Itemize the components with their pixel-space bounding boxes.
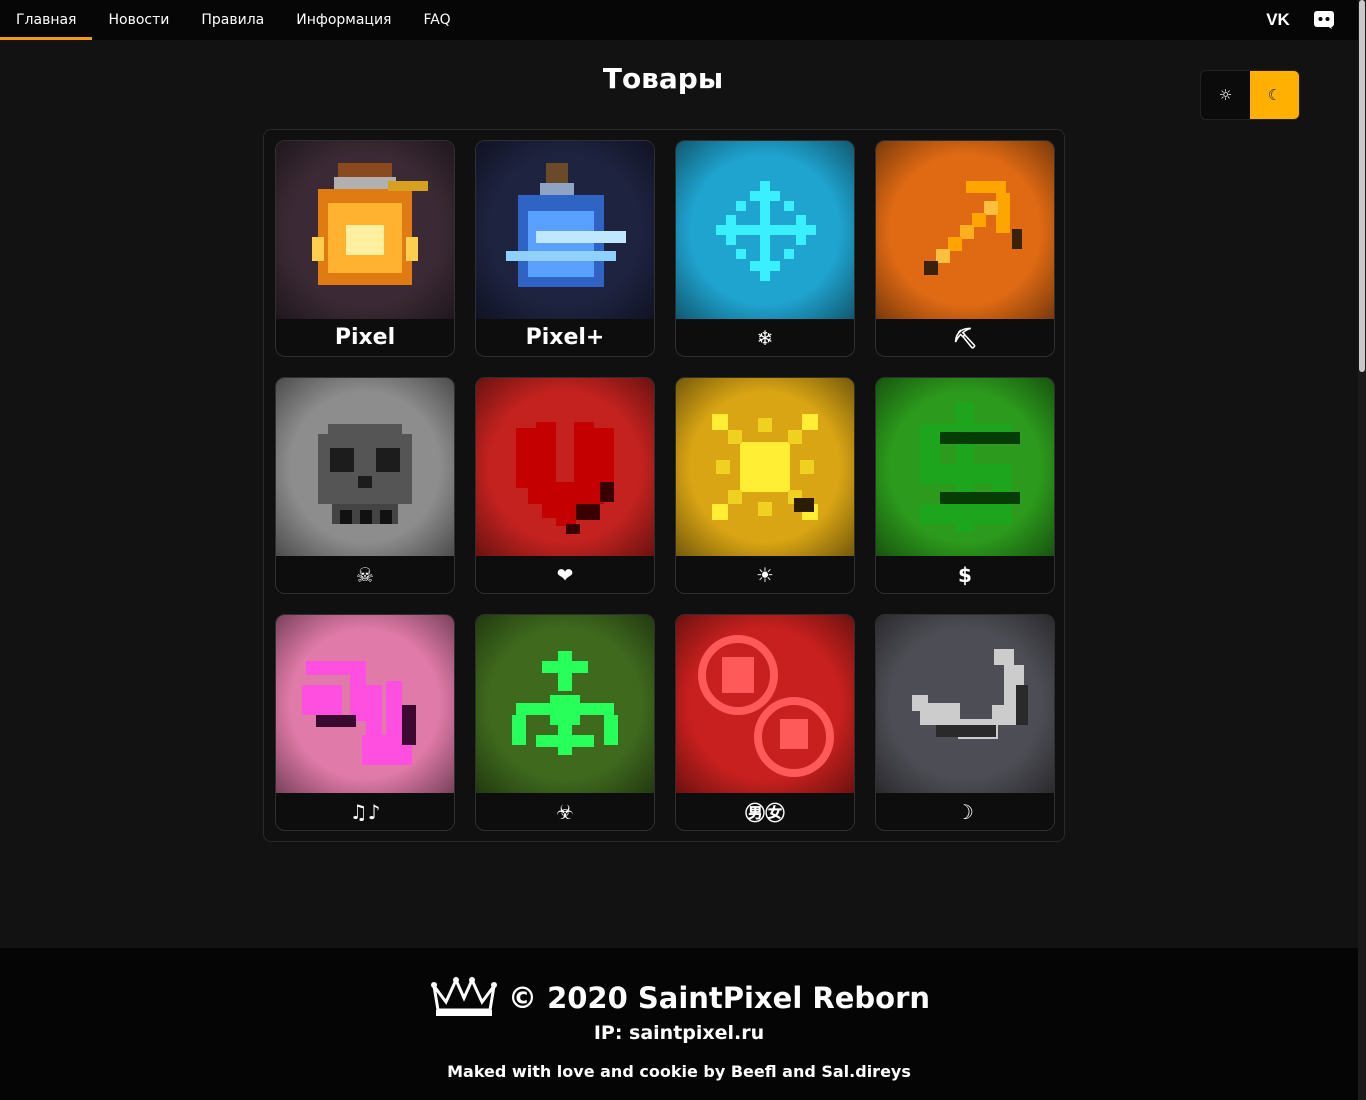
- product-image: [476, 378, 654, 556]
- pickaxe-icon: [876, 141, 1054, 319]
- product-card[interactable]: ☀: [675, 377, 855, 594]
- product-card[interactable]: ♫♪: [275, 614, 455, 831]
- vk-icon[interactable]: VK: [1266, 8, 1290, 32]
- product-image: [676, 615, 854, 793]
- product-label: ☠: [356, 562, 374, 587]
- product-label: $: [958, 562, 972, 587]
- product-label: ☽: [956, 799, 974, 824]
- nav-menu: Главная Новости Правила Информация FAQ: [0, 0, 1358, 40]
- sun-icon: [676, 378, 854, 556]
- heart-icon: [476, 378, 654, 556]
- product-label: ♫♪: [349, 799, 381, 824]
- product-label: Pixel: [334, 325, 396, 350]
- footer-copyright-row: © 2020 SaintPixel Reborn: [0, 976, 1358, 1020]
- product-card[interactable]: Pixel+: [475, 140, 655, 357]
- product-card[interactable]: $: [875, 377, 1055, 594]
- product-card[interactable]: Pixel: [275, 140, 455, 357]
- product-card[interactable]: ❤: [475, 377, 655, 594]
- product-image: [876, 141, 1054, 319]
- product-label: ❄: [756, 325, 774, 350]
- product-card[interactable]: ☣: [475, 614, 655, 831]
- product-image: [676, 141, 854, 319]
- product-label: ❤: [556, 562, 574, 587]
- product-card[interactable]: ☠: [275, 377, 455, 594]
- footer-copyright: © 2020 SaintPixel Reborn: [507, 981, 931, 1015]
- product-label: Pixel+: [525, 325, 605, 350]
- products-grid: Pixel Pixel+ ❄ ⛏ ☠ ❤ ☀ $ ♫♪ ☣ ㊚㊛ ☽: [263, 129, 1065, 842]
- product-image: [876, 615, 1054, 793]
- scrollbar[interactable]: [1358, 0, 1366, 1100]
- nav-item[interactable]: Информация: [280, 0, 407, 40]
- product-card[interactable]: ☽: [875, 614, 1055, 831]
- potion-blue-icon: [476, 141, 654, 319]
- moon-icon: [876, 615, 1054, 793]
- footer-credits: Maked with love and cookie by Beefl and …: [447, 1062, 911, 1081]
- crown-icon: [430, 976, 497, 1016]
- product-image: [276, 378, 454, 556]
- product-card[interactable]: ❄: [675, 140, 855, 357]
- social-links: VK: [1266, 0, 1358, 40]
- footer-ip: IP: saintpixel.ru: [593, 1022, 765, 1044]
- product-image: [676, 378, 854, 556]
- product-image: [276, 615, 454, 793]
- dollar-icon: [876, 378, 1054, 556]
- product-image: [876, 378, 1054, 556]
- skull-icon: [276, 378, 454, 556]
- page-title: Товары: [602, 62, 724, 95]
- snowflake-icon: [676, 141, 854, 319]
- nav-item[interactable]: Главная: [0, 0, 93, 40]
- discord-icon-glyph: [1314, 11, 1334, 29]
- product-label: ☀: [756, 562, 774, 587]
- light-theme-button[interactable]: ☼: [1201, 71, 1250, 119]
- discord-icon[interactable]: [1312, 8, 1336, 32]
- gear-sun-icon: ☼: [1218, 86, 1233, 104]
- product-label: ㊚㊛: [745, 801, 785, 825]
- nav-item[interactable]: Новости: [92, 0, 185, 40]
- male-female-icon: [676, 615, 854, 793]
- theme-toggle[interactable]: ☼ ☾: [1200, 70, 1300, 120]
- dark-theme-button[interactable]: ☾: [1250, 71, 1299, 119]
- scrollbar-thumb[interactable]: [1359, 0, 1365, 372]
- biohazard-icon: [476, 615, 654, 793]
- nav-item[interactable]: Правила: [185, 0, 280, 40]
- product-image: [276, 141, 454, 319]
- product-card[interactable]: ㊚㊛: [675, 614, 855, 831]
- nav-item[interactable]: FAQ: [407, 0, 466, 40]
- footer: © 2020 SaintPixel Reborn IP: saintpixel.…: [0, 948, 1358, 1100]
- product-label: ☣: [556, 799, 574, 824]
- product-card[interactable]: ⛏: [875, 140, 1055, 357]
- music-icon: [276, 615, 454, 793]
- potion-orange-icon: [276, 141, 454, 319]
- product-image: [476, 615, 654, 793]
- product-label: ⛏: [952, 325, 978, 350]
- top-navbar: Главная Новости Правила Информация FAQ VK: [0, 0, 1358, 40]
- product-image: [476, 141, 654, 319]
- moon-icon: ☾: [1267, 86, 1282, 104]
